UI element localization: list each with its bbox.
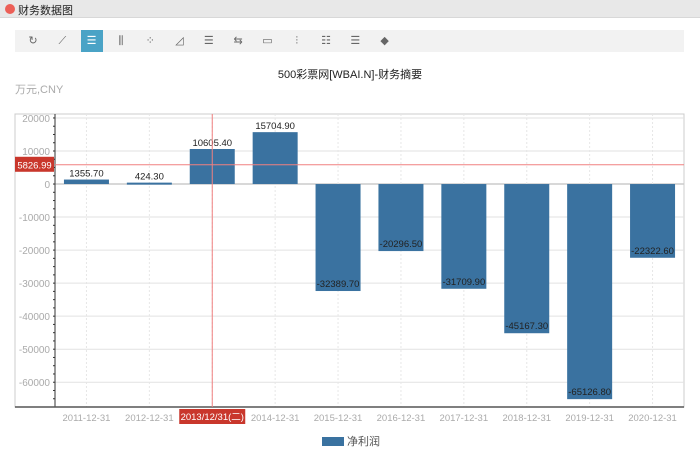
bar-value-label: 1355.70 — [69, 169, 103, 180]
bar-value-label: -32389.70 — [317, 279, 360, 290]
bar-value-label: 424.30 — [135, 172, 164, 183]
bar — [252, 132, 298, 185]
bar-value-label: -31709.90 — [442, 277, 485, 288]
bar — [441, 184, 487, 289]
bar — [567, 184, 613, 400]
x-tick-label: 2016-12-31 — [377, 413, 426, 424]
x-tick-label: 2018-12-31 — [502, 413, 551, 424]
crosshair-x-label: 2013/12/31(二) — [181, 412, 244, 423]
y-tick-label: -20000 — [19, 246, 51, 257]
bar-value-label: -65126.80 — [568, 387, 611, 398]
bar-value-label: -45167.30 — [505, 321, 548, 332]
bar — [315, 184, 361, 292]
x-tick-label: 2019-12-31 — [565, 413, 614, 424]
legend-label: 净利润 — [347, 436, 380, 448]
x-tick-label: 2017-12-31 — [440, 413, 489, 424]
legend-item[interactable]: 净利润 — [322, 433, 380, 449]
y-tick-label: -40000 — [19, 312, 51, 323]
legend-swatch — [322, 436, 344, 446]
crosshair-y-label: 5826.99 — [17, 160, 51, 171]
y-tick-label: 10000 — [22, 147, 50, 158]
x-tick-label: 2011-12-31 — [63, 413, 111, 424]
x-tick-label: 2015-12-31 — [314, 413, 363, 424]
y-tick-label: -10000 — [19, 213, 51, 224]
bar — [63, 179, 109, 185]
x-tick-label: 2014-12-31 — [251, 413, 300, 424]
y-tick-label: -60000 — [19, 378, 51, 389]
x-tick-label: 2012-12-31 — [125, 413, 174, 424]
x-tick-label: 2020-12-31 — [628, 413, 677, 424]
y-tick-label: -30000 — [19, 279, 51, 290]
y-tick-label: 20000 — [22, 114, 50, 125]
bar — [504, 184, 550, 334]
chart-canvas[interactable]: 20000 10000 0 -10000 -20000 -30000 -40000 -5000… — [0, 0, 700, 469]
y-tick-label: 0 — [44, 180, 50, 191]
bar-value-label: -22322.60 — [631, 246, 674, 257]
bar-value-label: -20296.50 — [380, 239, 423, 250]
y-tick-label: -50000 — [19, 345, 51, 356]
bar — [126, 182, 172, 185]
bar-value-label: 15704.90 — [255, 121, 295, 132]
